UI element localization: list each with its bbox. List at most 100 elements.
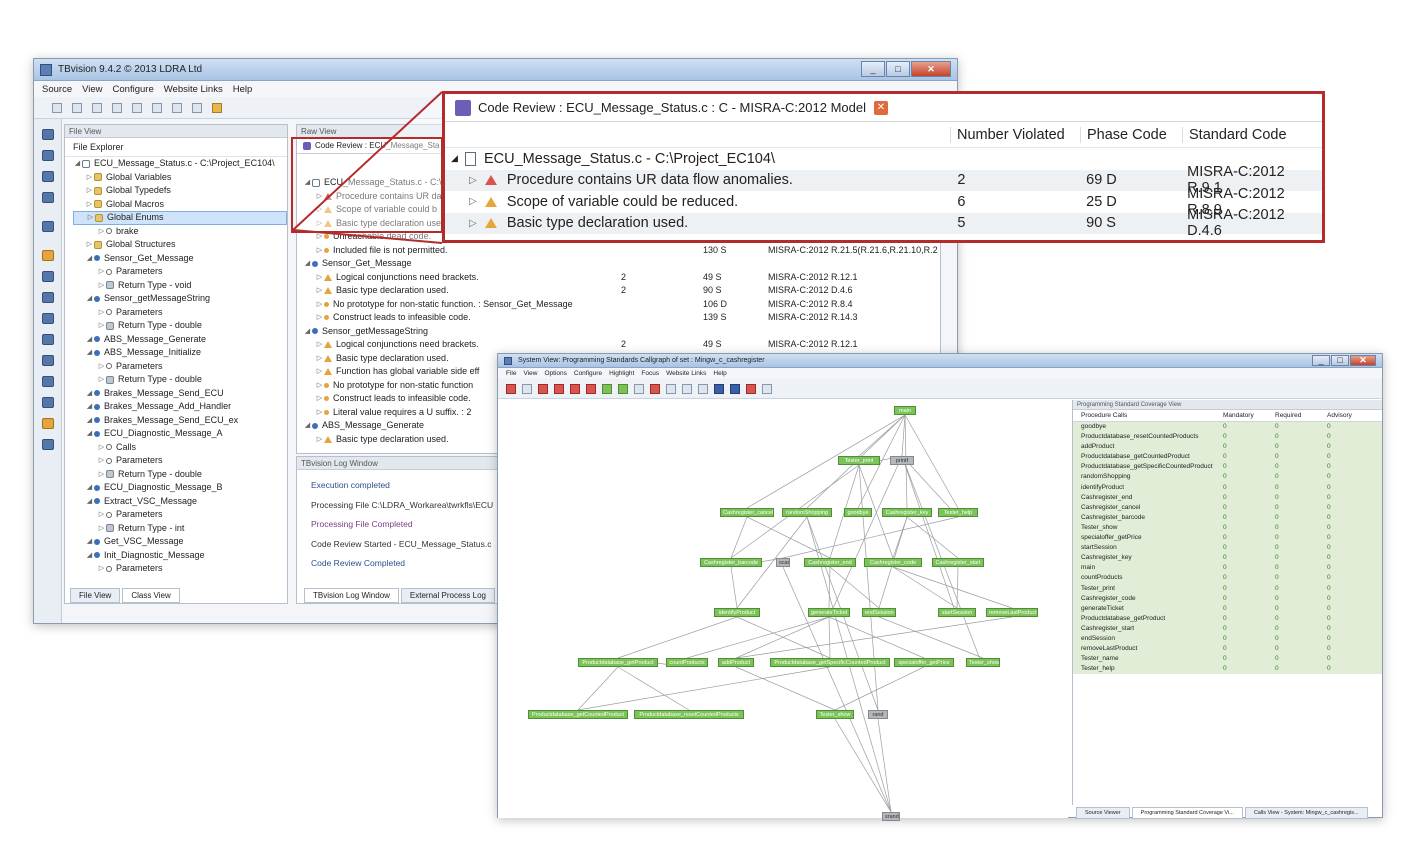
callgraph-node[interactable]: Cashregister_key bbox=[882, 508, 932, 517]
expand-arrow-icon[interactable]: ◢ bbox=[303, 176, 312, 190]
expand-arrow-icon[interactable]: ▷ bbox=[85, 198, 94, 212]
tree-item[interactable]: ▷ Return Type - double bbox=[73, 319, 287, 333]
expand-arrow-icon[interactable]: ▷ bbox=[315, 406, 324, 420]
tree-item[interactable]: ▷ Parameters bbox=[73, 360, 287, 374]
expand-arrow-icon[interactable]: ◢ bbox=[85, 427, 94, 441]
expand-arrow-icon[interactable]: ▷ bbox=[97, 508, 106, 522]
expand-arrow-icon[interactable]: ◢ bbox=[303, 325, 312, 339]
expand-arrow-icon[interactable]: ▷ bbox=[469, 218, 485, 229]
callgraph-node[interactable]: rand bbox=[868, 710, 888, 719]
copy-icon[interactable] bbox=[72, 102, 82, 113]
expand-arrow-icon[interactable]: ▷ bbox=[97, 454, 106, 468]
coverage-row[interactable]: countProducts 0 0 0 bbox=[1073, 573, 1382, 584]
zoom-out-icon[interactable] bbox=[682, 383, 692, 394]
expand-arrow-icon[interactable]: ▷ bbox=[97, 522, 106, 536]
tab-file-view[interactable]: File View bbox=[70, 588, 121, 603]
coverage-row[interactable]: Productdatabase_getSpecificCountedProduc… bbox=[1073, 462, 1382, 473]
menu-item-0[interactable]: Source bbox=[42, 84, 72, 95]
expand-arrow-icon[interactable]: ▷ bbox=[315, 311, 324, 325]
expand-arrow-icon[interactable]: ◢ bbox=[303, 419, 312, 433]
sv-tool-6-icon[interactable] bbox=[586, 383, 596, 394]
expand-arrow-icon[interactable]: ◢ bbox=[85, 252, 94, 266]
sv-tool-7-icon[interactable] bbox=[602, 383, 612, 394]
sv-tool-4-icon[interactable] bbox=[554, 383, 564, 394]
expand-arrow-icon[interactable]: ▷ bbox=[85, 184, 94, 198]
coverage-row[interactable]: Cashregister_code 0 0 0 bbox=[1073, 593, 1382, 604]
review-row[interactable]: ◢ Sensor_getMessageString bbox=[303, 325, 940, 339]
coverage-row[interactable]: Productdatabase_getProduct 0 0 0 bbox=[1073, 613, 1382, 624]
maximize-button[interactable]: □ bbox=[886, 61, 910, 77]
sv-tool-8-icon[interactable] bbox=[618, 383, 628, 394]
rail-icon-14[interactable] bbox=[41, 418, 54, 429]
callgraph-canvas[interactable]: main Tester_print printf Cashregister_cance… bbox=[498, 400, 1068, 821]
tree-item[interactable]: ◢ Sensor_getMessageString bbox=[73, 292, 287, 306]
menu-item-1[interactable]: View bbox=[82, 84, 102, 95]
expand-arrow-icon[interactable]: ▷ bbox=[97, 373, 106, 387]
expand-arrow-icon[interactable]: ◢ bbox=[85, 387, 94, 401]
tree-item[interactable]: ◢ ECU_Diagnostic_Message_B bbox=[73, 481, 287, 495]
collapse-arrow-icon[interactable]: ◢ bbox=[451, 153, 465, 164]
sv-menu-item-6[interactable]: Website Links bbox=[666, 370, 706, 377]
expand-arrow-icon[interactable]: ▷ bbox=[97, 468, 106, 482]
sv-tool-10-icon[interactable] bbox=[650, 383, 660, 394]
expand-arrow-icon[interactable]: ▷ bbox=[315, 284, 324, 298]
collapse-arrow-icon[interactable]: ◢ bbox=[73, 157, 82, 171]
coverage-row[interactable]: main 0 0 0 bbox=[1073, 563, 1382, 574]
expand-arrow-icon[interactable]: ▷ bbox=[315, 244, 324, 258]
expand-arrow-icon[interactable]: ◢ bbox=[85, 481, 94, 495]
sv-menu-item-3[interactable]: Configure bbox=[574, 370, 602, 377]
expand-arrow-icon[interactable]: ▷ bbox=[315, 365, 324, 379]
coverage-row[interactable]: Tester_show 0 0 0 bbox=[1073, 522, 1382, 534]
review-row[interactable]: ◢ Sensor_Get_Message bbox=[303, 257, 940, 271]
tree-item[interactable]: ▷ Return Type - double bbox=[73, 373, 287, 387]
tab-external-log[interactable]: External Process Log bbox=[400, 588, 495, 603]
coverage-row[interactable]: Cashregister_end 0 0 0 bbox=[1073, 492, 1382, 503]
callgraph-node[interactable]: addProduct bbox=[718, 658, 754, 667]
coverage-row[interactable]: randomShopping 0 0 0 bbox=[1073, 472, 1382, 483]
callgraph-node[interactable]: countProducts bbox=[666, 658, 708, 667]
expand-arrow-icon[interactable]: ▷ bbox=[315, 203, 324, 217]
tree-item[interactable]: ◢ Get_VSC_Message bbox=[73, 535, 287, 549]
coverage-row[interactable]: Productdatabase_getCountedProduct 0 0 0 bbox=[1073, 452, 1382, 463]
tree-item[interactable]: ▷ Parameters bbox=[73, 306, 287, 320]
layout-icon[interactable] bbox=[192, 102, 202, 113]
tree-item[interactable]: ▷ Global Enums bbox=[73, 211, 287, 225]
callgraph-node[interactable]: startSession bbox=[938, 608, 976, 617]
coverage-row[interactable]: generateTicket 0 0 0 bbox=[1073, 603, 1382, 614]
tree-item[interactable]: ▷ Global Macros bbox=[73, 198, 287, 212]
callgraph-node[interactable]: removeLastProduct bbox=[986, 608, 1038, 617]
review-row[interactable]: ▷ Included file is not permitted. 130 S MIS… bbox=[303, 244, 940, 258]
rail-icon-1[interactable] bbox=[41, 129, 54, 140]
callgraph-node[interactable]: goodbye bbox=[844, 508, 872, 517]
rail-icon-2[interactable] bbox=[41, 150, 54, 161]
expand-arrow-icon[interactable]: ◢ bbox=[85, 346, 94, 360]
coverage-row[interactable]: Productdatabase_resetCountedProducts 0 0 0 bbox=[1073, 432, 1382, 443]
rail-icon-12[interactable] bbox=[41, 376, 54, 387]
expand-arrow-icon[interactable]: ▷ bbox=[97, 306, 106, 320]
callgraph-node[interactable]: Cashregister_start bbox=[932, 558, 984, 567]
close-tab-icon[interactable]: ✕ bbox=[874, 100, 888, 115]
coverage-row[interactable]: specialoffer_getPrice 0 0 0 bbox=[1073, 533, 1382, 544]
sv-tool-17-icon[interactable] bbox=[762, 383, 772, 394]
callgraph-node[interactable]: specialoffer_getPrice bbox=[894, 658, 954, 667]
col-mandatory[interactable]: Mandatory bbox=[1223, 410, 1275, 421]
review-row[interactable]: ▷ Basic type declaration used. 2 90 S MISRA-… bbox=[303, 284, 940, 298]
expand-arrow-icon[interactable]: ▷ bbox=[97, 360, 106, 374]
sv-tool-5-icon[interactable] bbox=[570, 383, 580, 394]
callgraph-node[interactable]: Cashregister_cancel bbox=[720, 508, 774, 517]
expand-arrow-icon[interactable]: ◢ bbox=[85, 549, 94, 563]
tree-item[interactable]: ▷ Return Type - double bbox=[73, 468, 287, 482]
review-row[interactable]: ▷ Construct leads to infeasible code. 139 … bbox=[303, 311, 940, 325]
callgraph-node[interactable]: Cashregister_end bbox=[804, 558, 856, 567]
callgraph-node[interactable]: Productdatabase_resetCountedProducts bbox=[634, 710, 744, 719]
expand-arrow-icon[interactable]: ▷ bbox=[315, 392, 324, 406]
tree-item[interactable]: ◢ ECU_Diagnostic_Message_A bbox=[73, 427, 287, 441]
col-advisory[interactable]: Advisory bbox=[1327, 410, 1379, 421]
expand-arrow-icon[interactable]: ◢ bbox=[303, 257, 312, 271]
sv-tool-14-icon[interactable] bbox=[714, 383, 724, 394]
zoom-review-row[interactable]: ▷ Basic type declaration used. 5 90 S MISRA-… bbox=[445, 207, 1322, 239]
tab-class-view[interactable]: Class View bbox=[122, 588, 180, 603]
expand-arrow-icon[interactable]: ▷ bbox=[97, 441, 106, 455]
col-required[interactable]: Required bbox=[1275, 410, 1327, 421]
sv-tool-15-icon[interactable] bbox=[730, 383, 740, 394]
